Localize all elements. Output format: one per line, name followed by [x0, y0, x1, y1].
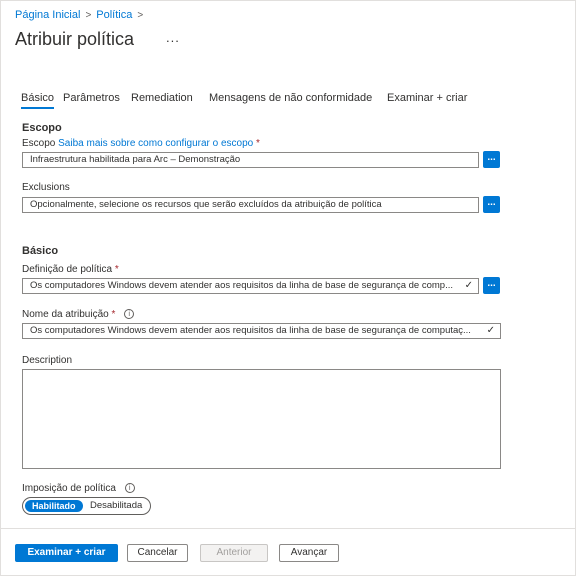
- enforcement-toggle[interactable]: Habilitado Desabilitada: [22, 497, 151, 515]
- breadcrumb-home-link[interactable]: Página Inicial: [15, 9, 80, 21]
- tab-review-create[interactable]: Examinar + criar: [387, 92, 467, 107]
- info-icon[interactable]: i: [124, 309, 135, 320]
- definition-browse-button[interactable]: ...: [483, 277, 500, 294]
- breadcrumb: Página Inicial > Política >: [15, 9, 148, 21]
- tab-basics[interactable]: Básico: [21, 92, 55, 109]
- policy-definition-field[interactable]: Os computadores Windows devem atender ao…: [22, 278, 479, 294]
- breadcrumb-policy-link[interactable]: Política: [96, 9, 132, 21]
- scope-learn-more-link[interactable]: Saiba mais sobre como configurar o escop…: [58, 138, 253, 149]
- enforcement-disabled-option[interactable]: Desabilitada: [90, 499, 142, 513]
- description-label: Description: [22, 355, 73, 366]
- footer-divider: [0, 528, 576, 529]
- cancel-button[interactable]: Cancelar: [127, 544, 188, 562]
- scope-section-title: Escopo: [22, 122, 62, 134]
- checkmark-icon: ✓: [486, 325, 495, 336]
- scope-browse-button[interactable]: ...: [483, 151, 500, 168]
- assignment-label: Nome da atribuição * i: [22, 309, 135, 320]
- exclusions-label: Exclusions: [22, 182, 70, 193]
- review-create-button[interactable]: Examinar + criar: [15, 544, 118, 562]
- tab-noncompliance-messages[interactable]: Mensagens de não conformidade: [209, 92, 372, 107]
- chevron-right-icon: >: [137, 9, 144, 21]
- assignment-name-value: Os computadores Windows devem atender ao…: [30, 325, 471, 336]
- enforcement-enabled-option[interactable]: Habilitado: [25, 500, 83, 512]
- description-textarea[interactable]: [22, 369, 501, 469]
- enforcement-label-text: Imposição de política: [22, 483, 116, 494]
- previous-button: Anterior: [200, 544, 268, 562]
- chevron-right-icon: >: [85, 9, 92, 21]
- definition-label-text: Definição de política: [22, 264, 113, 275]
- required-marker: *: [256, 138, 260, 149]
- next-button[interactable]: Avançar: [279, 544, 339, 562]
- page-title: Atribuir política: [15, 29, 135, 49]
- required-marker: *: [114, 264, 119, 275]
- tab-parameters[interactable]: Parâmetros: [63, 92, 120, 107]
- scope-field[interactable]: Infraestrutura habilitada para Arc – Dem…: [22, 152, 479, 168]
- enforcement-label: Imposição de política i: [22, 483, 135, 494]
- assignment-label-text: Nome da atribuição: [22, 309, 109, 320]
- more-options-icon[interactable]: ...: [166, 30, 180, 45]
- scope-value: Infraestrutura habilitada para Arc – Dem…: [30, 154, 241, 165]
- exclusions-field[interactable]: Opcionalmente, selecione os recursos que…: [22, 197, 479, 213]
- scope-label: Escopo Saiba mais sobre como configurar …: [22, 138, 260, 149]
- tab-remediation[interactable]: Remediation: [131, 92, 193, 107]
- exclusions-browse-button[interactable]: ...: [483, 196, 500, 213]
- scope-label-text: Escopo: [22, 138, 56, 149]
- basics-section-title: Básico: [22, 245, 59, 257]
- assignment-name-input[interactable]: Os computadores Windows devem atender ao…: [22, 323, 501, 339]
- exclusions-placeholder: Opcionalmente, selecione os recursos que…: [30, 199, 382, 210]
- definition-label: Definição de política *: [22, 264, 119, 275]
- required-marker: *: [111, 309, 116, 320]
- info-icon[interactable]: i: [124, 483, 135, 494]
- policy-definition-value: Os computadores Windows devem atender ao…: [30, 280, 453, 291]
- checkmark-icon: ✓: [464, 280, 473, 291]
